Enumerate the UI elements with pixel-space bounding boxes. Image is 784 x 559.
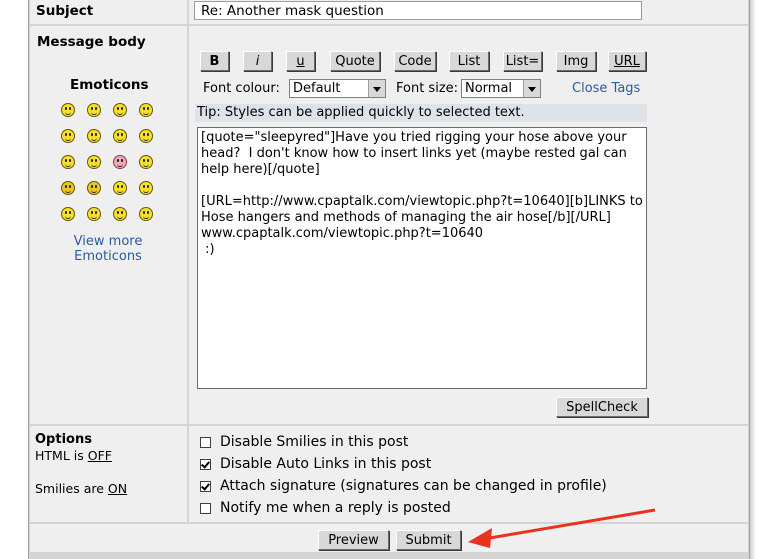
font-colour-select[interactable]: Default — [289, 79, 386, 98]
font-colour-label: Font colour: — [203, 81, 280, 96]
red-arrow-annotation — [468, 508, 656, 548]
shocked-emoticon-icon[interactable] — [61, 129, 75, 143]
submit-button[interactable]: Submit — [396, 530, 461, 550]
html-status: HTML is OFF — [35, 448, 112, 463]
font-size-select[interactable]: Normal — [461, 79, 541, 98]
smilies-status: Smilies are ON — [35, 481, 127, 496]
view-more-line2: Emoticons — [74, 249, 142, 264]
tip-text: Tip: Styles can be applied quickly to se… — [195, 104, 647, 122]
subject-input[interactable]: Re: Another mask question — [194, 1, 642, 20]
spellcheck-button[interactable]: SpellCheck — [556, 397, 648, 417]
cool-emoticon-icon[interactable] — [113, 129, 127, 143]
bold-button[interactable]: B — [200, 51, 229, 71]
emoticons-title: Emoticons — [70, 77, 149, 93]
evil-emoticon-icon[interactable] — [61, 181, 75, 195]
attach-signature-label: Attach signature (signatures can be chan… — [220, 478, 607, 494]
code-button[interactable]: Code — [394, 51, 436, 71]
laughing-emoticon-icon[interactable] — [139, 129, 153, 143]
view-more-emoticons-link[interactable]: View more Emoticons — [62, 234, 154, 264]
arrow-shaft — [477, 508, 656, 542]
attach-signature-checkbox[interactable] — [200, 481, 211, 492]
font-size-value: Normal — [465, 81, 513, 96]
confused-emoticon-icon[interactable] — [87, 129, 101, 143]
idea-emoticon-icon[interactable] — [113, 207, 127, 221]
disable-smilies-label: Disable Smilies in this post — [220, 434, 409, 450]
list-button[interactable]: List — [449, 51, 489, 71]
font-size-label: Font size: — [396, 81, 459, 96]
chevron-down-icon — [368, 80, 385, 97]
options-title: Options — [35, 432, 92, 447]
html-status-value[interactable]: OFF — [88, 448, 112, 463]
embarrassed-emoticon-icon[interactable] — [113, 155, 127, 169]
close-tags-link[interactable]: Close Tags — [572, 81, 640, 96]
razz-emoticon-icon[interactable] — [87, 155, 101, 169]
message-textarea[interactable]: [quote="sleepyred"]Have you tried riggin… — [197, 127, 647, 389]
question-emoticon-icon[interactable] — [87, 207, 101, 221]
big-grin-emoticon-icon[interactable] — [87, 103, 101, 117]
crying-emoticon-icon[interactable] — [139, 155, 153, 169]
preview-button[interactable]: Preview — [318, 530, 389, 550]
sad-emoticon-icon[interactable] — [113, 103, 127, 117]
url-button[interactable]: URL — [608, 51, 646, 71]
disable-auto-links-checkbox[interactable] — [200, 459, 211, 470]
subject-label: Subject — [36, 3, 94, 19]
view-more-line1: View more — [73, 234, 143, 249]
smile-emoticon-icon[interactable] — [61, 103, 75, 117]
notify-reply-checkbox[interactable] — [200, 503, 211, 514]
twisted-emoticon-icon[interactable] — [87, 181, 101, 195]
arrow-head — [468, 528, 492, 548]
surprised-emoticon-icon[interactable] — [139, 103, 153, 117]
underline-button[interactable]: u — [286, 51, 315, 71]
arrow-emoticon-icon[interactable] — [139, 207, 153, 221]
rolling-eyes-emoticon-icon[interactable] — [113, 181, 127, 195]
smilies-status-label: Smilies are — [35, 481, 104, 496]
img-button[interactable]: Img — [556, 51, 596, 71]
list-numbered-button[interactable]: List= — [503, 51, 542, 71]
chevron-down-icon — [523, 80, 540, 97]
disable-smilies-checkbox[interactable] — [200, 437, 211, 448]
italic-button[interactable]: i — [243, 51, 272, 71]
quote-button[interactable]: Quote — [330, 51, 380, 71]
wink-emoticon-icon[interactable] — [139, 181, 153, 195]
smilies-status-value[interactable]: ON — [108, 481, 127, 496]
font-colour-value: Default — [293, 81, 341, 96]
html-status-label: HTML is — [35, 448, 84, 463]
disable-auto-links-label: Disable Auto Links in this post — [220, 456, 432, 472]
mad-emoticon-icon[interactable] — [61, 155, 75, 169]
exclaim-emoticon-icon[interactable] — [61, 207, 75, 221]
message-body-label: Message body — [37, 34, 146, 50]
notify-reply-label: Notify me when a reply is posted — [220, 500, 451, 516]
